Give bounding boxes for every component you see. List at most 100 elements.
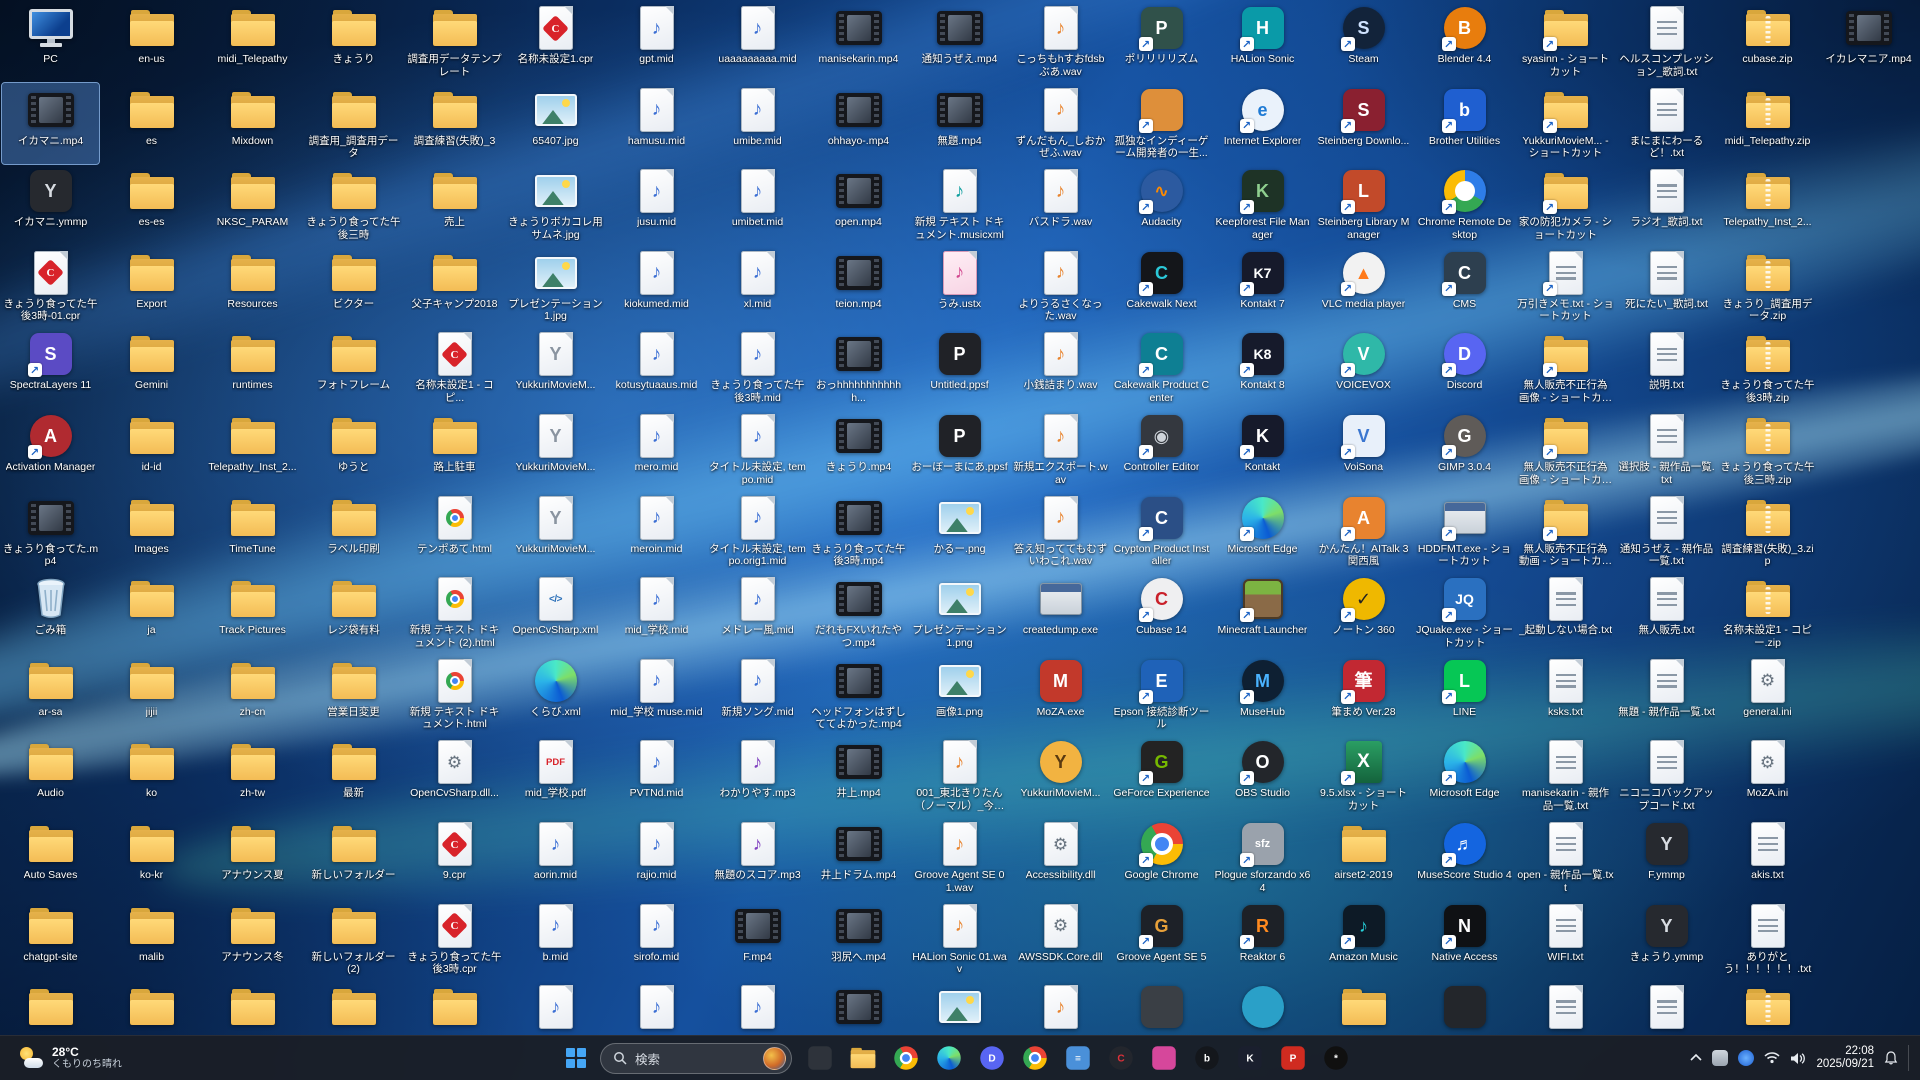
- desktop-icon[interactable]: きょうり食ってた午後3時.zip: [1719, 327, 1816, 408]
- desktop-icon[interactable]: 無題 - 親作品一覧.txt: [1618, 654, 1715, 735]
- desktop-icon[interactable]: runtimes: [204, 327, 301, 408]
- desktop-icon[interactable]: open.mp4: [810, 164, 907, 245]
- desktop-icon[interactable]: Audio: [2, 735, 99, 816]
- desktop-icon[interactable]: ♪gpt.mid: [608, 1, 705, 82]
- desktop-icon[interactable]: G↗Groove Agent SE 5: [1113, 899, 1210, 980]
- taskbar-discord[interactable]: D: [972, 1038, 1012, 1078]
- desktop-icon[interactable]: プレゼンテーション1.jpg: [507, 246, 604, 327]
- desktop-icon[interactable]: ♪PVTNd.mid: [608, 735, 705, 816]
- desktop-icon[interactable]: sfz↗Plogue sforzando x64: [1214, 817, 1311, 898]
- desktop-icon[interactable]: ♪umibe.mid: [709, 83, 806, 164]
- desktop-icon[interactable]: 調査練習(失敗)_3.zip: [1719, 491, 1816, 572]
- desktop-icon[interactable]: Mixdown: [204, 83, 301, 164]
- desktop-icon[interactable]: 選択肢 - 親作品一覧.txt: [1618, 409, 1715, 490]
- desktop-icon[interactable]: K7↗Kontakt 7: [1214, 246, 1311, 327]
- tray-clock[interactable]: 22:08 2025/09/21: [1816, 1045, 1874, 1072]
- desktop-icon[interactable]: Yイカマニ.ymmp: [2, 164, 99, 245]
- desktop-icon[interactable]: C↗Cakewalk Next: [1113, 246, 1210, 327]
- desktop-icon[interactable]: E↗Epson 接続診断ツール: [1113, 654, 1210, 735]
- desktop-icon[interactable]: id-id: [103, 409, 200, 490]
- desktop-icon[interactable]: createdump.exe: [1012, 572, 1109, 653]
- desktop-icon[interactable]: テンポあて.html: [406, 491, 503, 572]
- desktop-icon[interactable]: 路上駐車: [406, 409, 503, 490]
- desktop-icon[interactable]: PDFmid_学校.pdf: [507, 735, 604, 816]
- desktop-icon[interactable]: A↗Activation Manager: [2, 409, 99, 490]
- desktop-icon[interactable]: open - 親作品一覧.txt: [1517, 817, 1614, 898]
- desktop-icon[interactable]: V↗VOICEVOX: [1315, 327, 1412, 408]
- desktop-icon[interactable]: 新しいフォルダー: [305, 817, 402, 898]
- desktop-icon[interactable]: イカレマニア.mp4: [1820, 1, 1917, 82]
- desktop-icon[interactable]: ↗無人販売不正行為 画像 - ショートカット: [1517, 409, 1614, 490]
- desktop-icon[interactable]: 65407.jpg: [507, 83, 604, 164]
- desktop-icon[interactable]: ♪b.mid: [507, 899, 604, 980]
- desktop-icon[interactable]: レジ袋有料: [305, 572, 402, 653]
- desktop-icon[interactable]: ヘッドフォンはずしててよかった.mp4: [810, 654, 907, 735]
- desktop-icon[interactable]: ♪タイトル未設定, tempo.mid: [709, 409, 806, 490]
- desktop-icon[interactable]: 説明.txt: [1618, 327, 1715, 408]
- desktop-icon[interactable]: es: [103, 83, 200, 164]
- desktop-icon[interactable]: 筆↗筆まめ Ver.28: [1315, 654, 1412, 735]
- desktop-icon[interactable]: P↗ポリリリリズム: [1113, 1, 1210, 82]
- desktop-icon[interactable]: アナウンス夏: [204, 817, 301, 898]
- desktop-icon[interactable]: ↗無人販売不正行為 画像 - ショートカット: [1517, 327, 1614, 408]
- desktop-icon[interactable]: malib: [103, 899, 200, 980]
- desktop-icon[interactable]: ♪新規ソング.mid: [709, 654, 806, 735]
- desktop-icon[interactable]: ko-kr: [103, 817, 200, 898]
- desktop-icon[interactable]: ⚙OpenCvSharp.dll...: [406, 735, 503, 816]
- desktop-icon[interactable]: ♪HALion Sonic 01.wav: [911, 899, 1008, 980]
- desktop-icon[interactable]: きょうり食ってた午後三時.zip: [1719, 409, 1816, 490]
- desktop-icon[interactable]: 通知うぜえ - 親作品一覧.txt: [1618, 491, 1715, 572]
- desktop-icon[interactable]: ♪xl.mid: [709, 246, 806, 327]
- desktop-icon[interactable]: _起動しない場合.txt: [1517, 572, 1614, 653]
- desktop-icon[interactable]: 無題.mp4: [911, 83, 1008, 164]
- desktop-icon[interactable]: ↗無人販売不正行為 動画 - ショートカット: [1517, 491, 1614, 572]
- desktop-icon[interactable]: ♪メドレー風.mid: [709, 572, 806, 653]
- taskbar-google-chrome[interactable]: [886, 1038, 926, 1078]
- desktop-icon[interactable]: Pおーぼーまにあ.ppsf: [911, 409, 1008, 490]
- desktop-icon[interactable]: おっhhhhhhhhhhhh...: [810, 327, 907, 408]
- desktop-icon[interactable]: ⚙AWSSDK.Core.dll: [1012, 899, 1109, 980]
- desktop-icon[interactable]: ↗Chrome Remote Desktop: [1416, 164, 1513, 245]
- desktop-icon[interactable]: G↗GIMP 3.0.4: [1416, 409, 1513, 490]
- desktop-icon[interactable]: 調査用_調査用データ: [305, 83, 402, 164]
- desktop-icon[interactable]: 新規 テキスト ドキュメント (2).html: [406, 572, 503, 653]
- desktop-icon[interactable]: きょうり_調査用データ.zip: [1719, 246, 1816, 327]
- desktop-icon[interactable]: b↗Brother Utilities: [1416, 83, 1513, 164]
- desktop-icon[interactable]: K8↗Kontakt 8: [1214, 327, 1311, 408]
- desktop-icon[interactable]: ニコニコバックアップコード.txt: [1618, 735, 1715, 816]
- desktop-icon[interactable]: ♪新規エクスポート.wav: [1012, 409, 1109, 490]
- desktop-icon[interactable]: NKSC_PARAM: [204, 164, 301, 245]
- desktop-icon[interactable]: ↗YukkuriMovieM... - ショートカット: [1517, 83, 1614, 164]
- desktop-icon[interactable]: ♪タイトル未設定, tempo.orig1.mid: [709, 491, 806, 572]
- desktop-icon[interactable]: ♪ずんだもん_しおかぜふ.wav: [1012, 83, 1109, 164]
- search-highlight-image[interactable]: [763, 1047, 786, 1070]
- desktop-icon[interactable]: ♪わかりやす.mp3: [709, 735, 806, 816]
- desktop-icon[interactable]: くらび.xml: [507, 654, 604, 735]
- weather-widget[interactable]: 28°C くもりのち晴れ: [8, 1043, 132, 1074]
- desktop-icon[interactable]: ↗Google Chrome: [1113, 817, 1210, 898]
- tray-app-icon[interactable]: [1738, 1050, 1754, 1066]
- desktop-icon[interactable]: ⚙MoZA.ini: [1719, 735, 1816, 816]
- desktop-icon[interactable]: Yきょうり.ymmp: [1618, 899, 1715, 980]
- desktop-icon[interactable]: ja: [103, 572, 200, 653]
- desktop-icon[interactable]: ♪jusu.mid: [608, 164, 705, 245]
- desktop-icon[interactable]: F.mp4: [709, 899, 806, 980]
- desktop-icon[interactable]: 羽尻へ.mp4: [810, 899, 907, 980]
- desktop-icon[interactable]: きょうり.mp4: [810, 409, 907, 490]
- desktop-icon[interactable]: YYukkuriMovieM...: [507, 491, 604, 572]
- taskbar-pink-app[interactable]: [1144, 1038, 1184, 1078]
- desktop-icon[interactable]: ⚙general.ini: [1719, 654, 1816, 735]
- desktop-icon[interactable]: 井上ドラム.mp4: [810, 817, 907, 898]
- desktop-icon[interactable]: zh-cn: [204, 654, 301, 735]
- desktop-icon[interactable]: Track Pictures: [204, 572, 301, 653]
- desktop-icon[interactable]: ごみ箱: [2, 572, 99, 653]
- desktop-icon[interactable]: フォトフレーム: [305, 327, 402, 408]
- desktop-icon[interactable]: manisekarin.mp4: [810, 1, 907, 82]
- desktop-icon[interactable]: B↗Blender 4.4: [1416, 1, 1513, 82]
- desktop-icon[interactable]: C↗Cakewalk Product Center: [1113, 327, 1210, 408]
- desktop-icon[interactable]: プレゼンテーション1.png: [911, 572, 1008, 653]
- desktop-icon[interactable]: ♪meroin.mid: [608, 491, 705, 572]
- desktop-icon[interactable]: ♪答え知っててもむずいわこれ.wav: [1012, 491, 1109, 572]
- taskbar-pinned-dark-app[interactable]: [800, 1038, 840, 1078]
- desktop-icon[interactable]: C9.cpr: [406, 817, 503, 898]
